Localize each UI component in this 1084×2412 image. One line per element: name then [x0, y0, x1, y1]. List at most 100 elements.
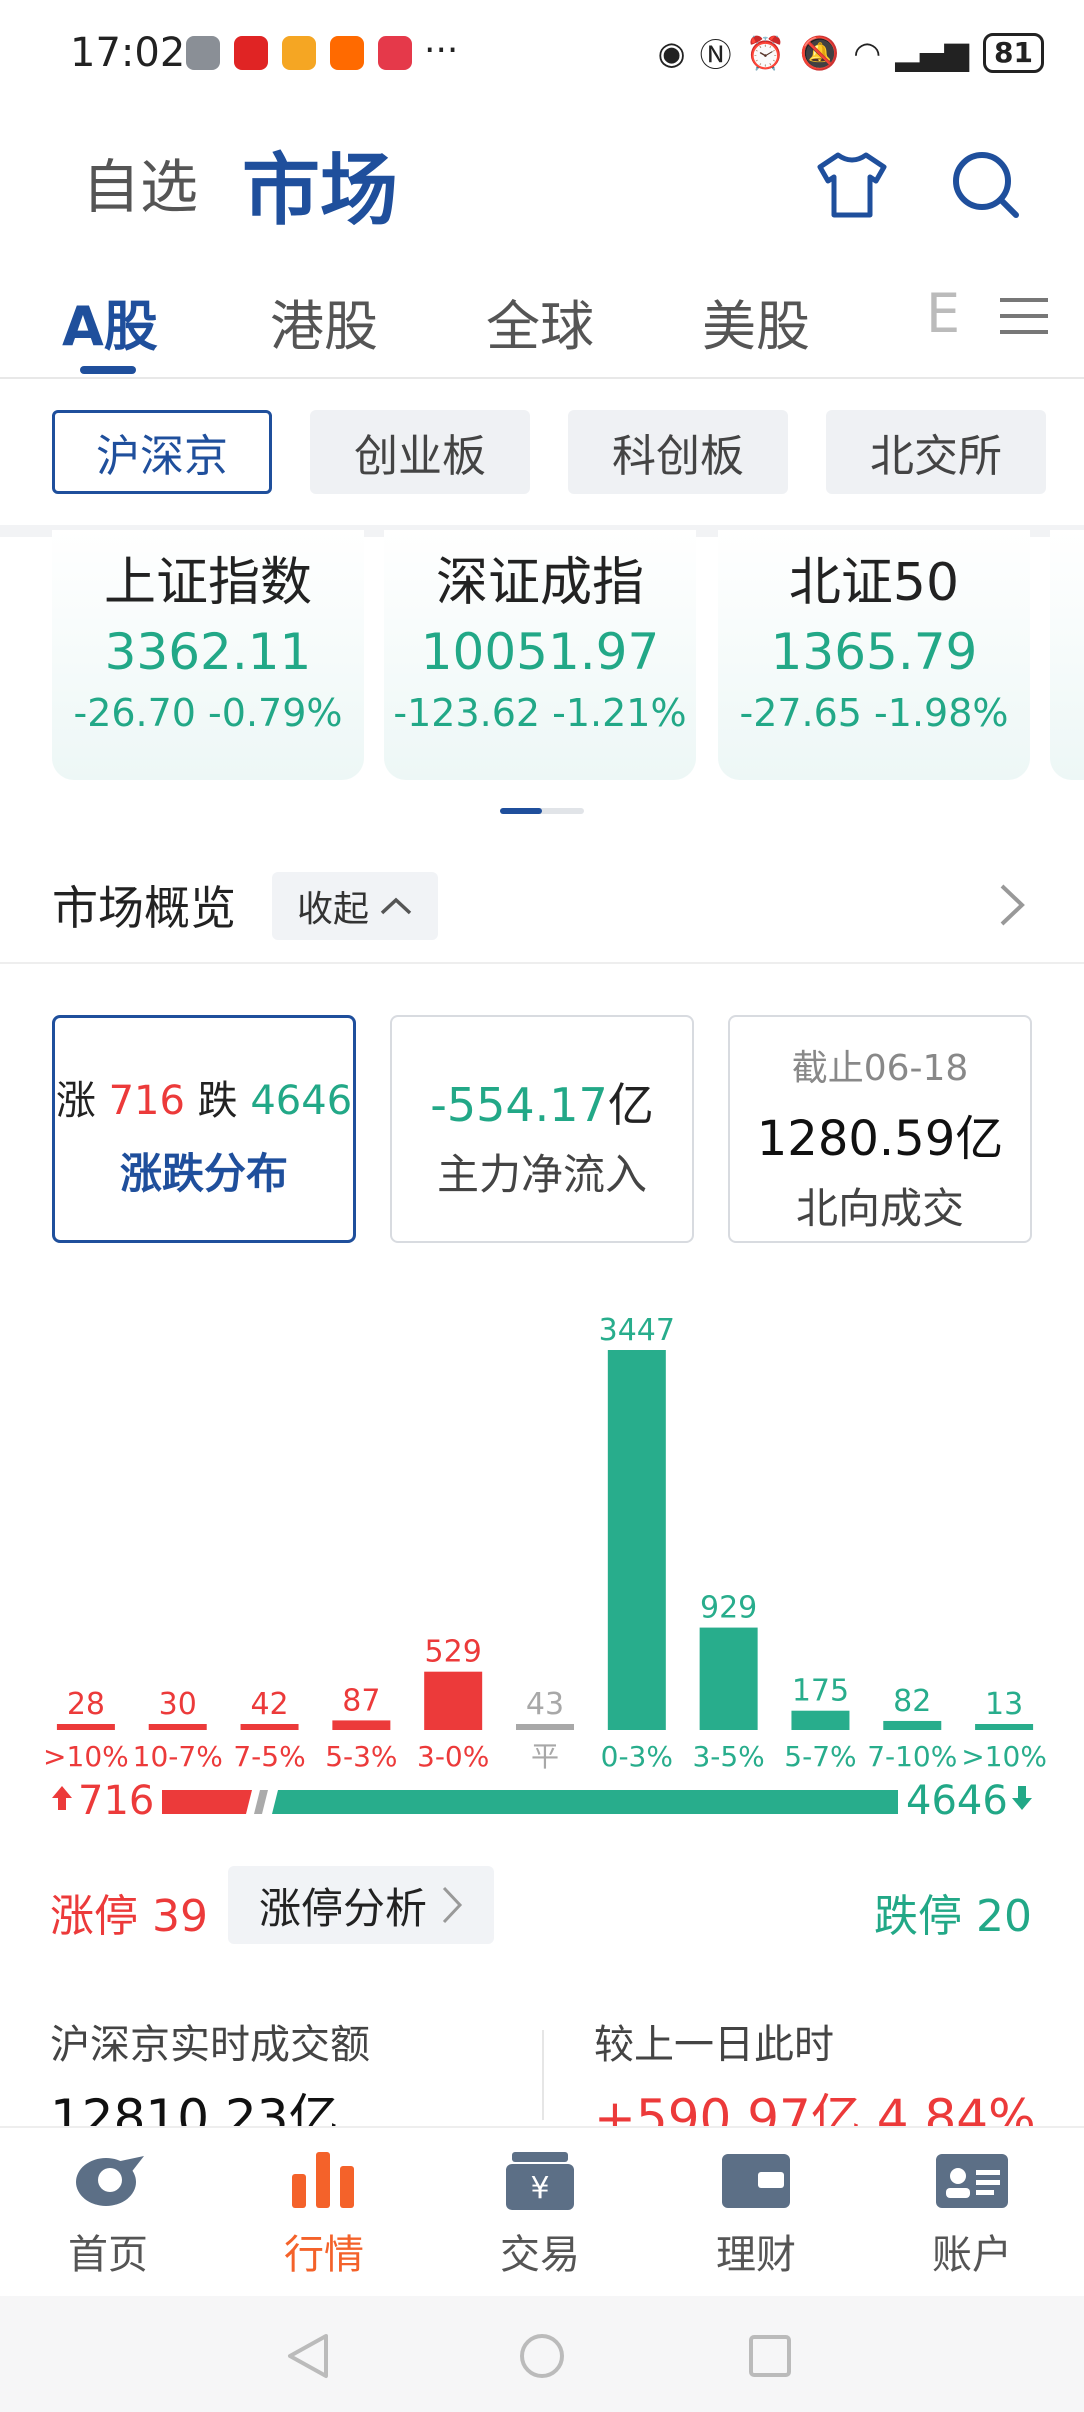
nav-account[interactable]: 账户	[892, 2148, 1052, 2280]
tab-market[interactable]: 市场	[242, 128, 398, 240]
search-icon[interactable]	[946, 145, 1026, 225]
card-title: 主力净流入	[436, 1150, 647, 1199]
flow-number: -554.17	[430, 1078, 608, 1132]
index-card-szse[interactable]: 深证成指 10051.97 -123.62 -1.21%	[384, 530, 696, 780]
chevron-right-icon[interactable]	[992, 880, 1032, 930]
tab-a-shares[interactable]: A股	[62, 282, 158, 361]
tab-watchlist[interactable]: 自选	[82, 140, 198, 224]
tab-us-shares[interactable]: 美股	[702, 282, 810, 361]
dist-bar-value: 43	[526, 1687, 564, 1722]
dist-bar	[607, 1350, 666, 1730]
tab-global[interactable]: 全球	[486, 282, 594, 361]
updown-ratio-bar: 716 4646	[52, 1780, 1032, 1824]
down-count: 4646	[250, 1078, 353, 1124]
collapse-button[interactable]: 收起	[272, 872, 438, 940]
index-card-bse50[interactable]: 北证50 1365.79 -27.65 -1.98%	[718, 530, 1030, 780]
home-icon	[76, 2156, 144, 2206]
filter-bse[interactable]: 北交所	[826, 410, 1046, 494]
app-notify-icon	[330, 36, 364, 70]
status-bar: 17:02 ··· ◉ Ⓝ ⏰ 🔕 ◠ ▂▄▆ 81	[0, 0, 1084, 110]
down-ratio-segment	[272, 1790, 898, 1814]
dist-category-label: >10%	[961, 1740, 1047, 1773]
avatar-icon	[186, 36, 220, 70]
dist-bar-value: 3447	[599, 1313, 675, 1348]
nav-trade[interactable]: ¥ 交易	[460, 2148, 620, 2280]
tab-etf[interactable]: E	[926, 282, 960, 345]
index-price: 10051.97	[420, 623, 660, 681]
flat-ratio-segment	[254, 1790, 268, 1814]
down-label: 跌	[197, 1078, 238, 1124]
updown-distribution-chart: 28 >10% 30 10-7% 42 7-5% 87 5-3% 529 3-0% 43 平 3447 0…	[43, 1313, 1047, 1773]
mute-icon: 🔕	[799, 34, 840, 72]
eye-icon: ◉	[657, 34, 686, 72]
home-circle-icon[interactable]	[518, 2332, 566, 2380]
up-ratio-segment	[162, 1790, 252, 1814]
tab-indicator	[80, 366, 136, 374]
limit-up-analysis-button[interactable]: 涨停分析	[228, 1866, 494, 1944]
updown-distribution-card[interactable]: 涨 716 跌 4646 涨跌分布	[52, 1015, 356, 1243]
back-icon[interactable]	[286, 2332, 330, 2380]
dist-bar	[516, 1724, 574, 1730]
dist-category-label: 5-7%	[784, 1740, 856, 1773]
skin-shirt-icon[interactable]	[812, 145, 892, 225]
dist-bar	[975, 1724, 1034, 1730]
index-name: 北证50	[788, 553, 960, 613]
updown-counts: 涨 716 跌 4646	[55, 1068, 353, 1126]
nav-wealth[interactable]: 理财	[676, 2148, 836, 2280]
nav-label: 账户	[932, 2232, 1012, 2278]
nfc-icon: Ⓝ	[699, 36, 732, 74]
dist-bar-value: 28	[67, 1687, 105, 1722]
trade-yen-icon: ¥	[506, 2152, 574, 2210]
app-notify-icon	[378, 36, 412, 70]
index-name: 深证成指	[435, 553, 644, 613]
dist-bar-value: 42	[250, 1687, 288, 1722]
north-date: 截止06-18	[791, 1048, 969, 1089]
battery-icon: 81	[983, 33, 1044, 73]
card-title: 涨跌分布	[119, 1149, 288, 1198]
dist-bar	[883, 1720, 942, 1730]
dist-category-label: 平	[531, 1740, 559, 1773]
card-title: 北向成交	[795, 1184, 964, 1233]
dist-category-label: 0-3%	[601, 1740, 673, 1773]
dist-bar-value: 82	[893, 1684, 931, 1719]
filter-chinext[interactable]: 创业板	[310, 410, 530, 494]
menu-icon[interactable]	[1000, 296, 1048, 336]
index-name: 上证指数	[103, 553, 312, 613]
northbound-card[interactable]: 截止06-18 1280.59亿 北向成交	[728, 1015, 1032, 1243]
filter-star[interactable]: 科创板	[568, 410, 788, 494]
main-net-inflow-card[interactable]: -554.17亿 主力净流入	[390, 1015, 694, 1243]
flow-unit: 亿	[607, 1078, 654, 1132]
index-card-sse[interactable]: 上证指数 3362.11 -26.70 -0.79%	[52, 530, 364, 780]
total-down: 4646	[906, 1780, 1008, 1824]
dist-category-label: 3-5%	[692, 1740, 764, 1773]
dist-category-label: 5-3%	[325, 1740, 397, 1773]
analysis-label: 涨停分析	[258, 1883, 427, 1933]
dist-bar	[332, 1720, 391, 1730]
status-time: 17:02	[70, 30, 186, 76]
dist-bar	[240, 1724, 299, 1730]
dist-category-label: >10%	[43, 1740, 129, 1773]
nav-label: 行情	[284, 2232, 364, 2278]
filter-hushenjing[interactable]: 沪深京	[52, 410, 272, 494]
nav-home[interactable]: 首页	[28, 2148, 188, 2280]
app-notify-icon	[234, 36, 268, 70]
nav-label: 理财	[716, 2232, 796, 2278]
divider	[0, 377, 1084, 379]
bar-chart-icon	[292, 2152, 354, 2208]
recents-icon[interactable]	[748, 2334, 792, 2378]
svg-text:¥: ¥	[530, 2171, 549, 2206]
index-price: 3362.11	[104, 623, 312, 681]
account-card-icon	[936, 2154, 1008, 2208]
dist-category-label: 10-7%	[133, 1740, 223, 1773]
dist-bar-value: 87	[342, 1683, 380, 1718]
dist-bar	[791, 1710, 850, 1730]
index-change: -27.65 -1.98%	[739, 691, 1009, 735]
alarm-icon: ⏰	[745, 34, 786, 72]
down-arrow-icon	[1012, 1786, 1032, 1810]
tab-hk-shares[interactable]: 港股	[270, 282, 378, 361]
index-card-next[interactable]	[1050, 530, 1084, 780]
bottom-nav: 首页 行情 ¥ 交易 理财 账户	[0, 2126, 1084, 2298]
nav-quotes[interactable]: 行情	[244, 2148, 404, 2280]
collapse-label: 收起	[296, 889, 369, 930]
more-notify-icon: ···	[424, 30, 459, 71]
